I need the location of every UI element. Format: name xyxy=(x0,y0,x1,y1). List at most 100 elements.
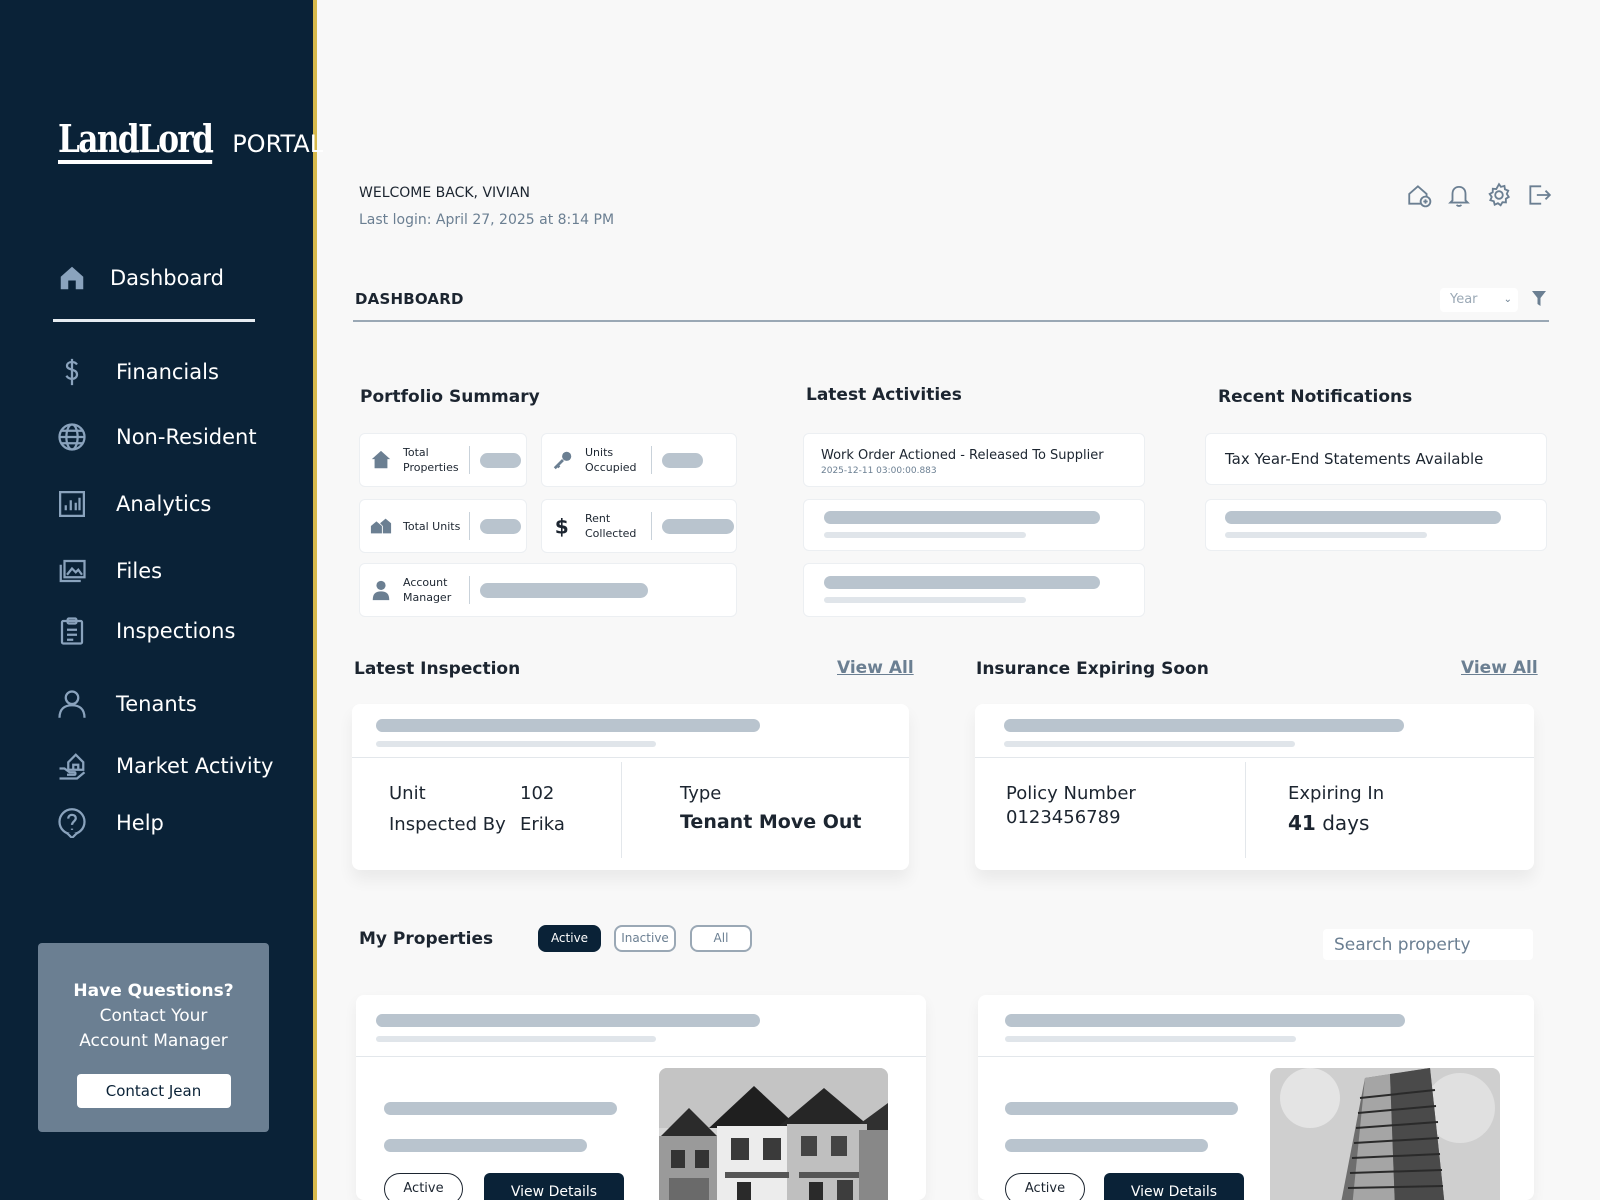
user-icon xyxy=(56,688,88,720)
activity-title: Work Order Actioned - Released To Suppli… xyxy=(821,448,1104,463)
active-nav-underline xyxy=(53,319,255,322)
activity-item[interactable]: Work Order Actioned - Released To Suppli… xyxy=(803,433,1145,487)
policy-number-value: 0123456789 xyxy=(1006,807,1121,828)
sidebar-item-label: Dashboard xyxy=(110,266,224,290)
inspection-view-all-link[interactable]: View All xyxy=(837,658,914,678)
stat-label: Rent Collected xyxy=(585,512,637,540)
logo-portal: PORTAL xyxy=(232,130,324,158)
chevron-down-icon: ⌄ xyxy=(1503,294,1512,305)
portfolio-summary-title: Portfolio Summary xyxy=(360,387,540,407)
help-card: Have Questions? Contact Your Account Man… xyxy=(38,943,269,1132)
sidebar-item-analytics[interactable]: Analytics xyxy=(56,488,211,520)
property-card[interactable]: Active View Details xyxy=(356,995,926,1200)
stat-label: Total Properties xyxy=(403,446,459,474)
view-details-button[interactable]: View Details xyxy=(1104,1173,1244,1200)
unit-value: 102 xyxy=(520,783,555,804)
activity-timestamp: 2025-12-11 03:00:00.883 xyxy=(821,466,937,476)
logout-icon[interactable] xyxy=(1526,182,1552,212)
expiring-in-label: Expiring In xyxy=(1288,783,1385,804)
latest-inspection-title: Latest Inspection xyxy=(354,659,521,679)
inspection-type-label: Type xyxy=(680,783,722,804)
chart-icon xyxy=(56,488,88,520)
latest-activities-title: Latest Activities xyxy=(806,385,962,405)
contact-manager-button[interactable]: Contact Jean xyxy=(76,1074,231,1108)
expiring-days: 41 xyxy=(1288,811,1316,835)
files-icon xyxy=(56,555,88,587)
sidebar-item-label: Files xyxy=(116,559,163,583)
stat-account-manager: Account Manager xyxy=(359,563,737,617)
activity-item-placeholder xyxy=(803,499,1145,551)
sidebar-item-tenants[interactable]: Tenants xyxy=(56,688,197,720)
activity-item-placeholder xyxy=(803,563,1145,617)
help-question: Have Questions? xyxy=(73,981,234,1001)
home-icon xyxy=(56,262,88,294)
period-select-value: Year xyxy=(1450,292,1478,307)
svg-text:$: $ xyxy=(555,515,569,537)
key-icon xyxy=(553,451,572,470)
sidebar-item-dashboard[interactable]: Dashboard xyxy=(56,262,224,294)
person-icon xyxy=(372,580,390,601)
stat-label: Total Units xyxy=(403,519,461,533)
last-login: Last login: April 27, 2025 at 8:14 PM xyxy=(359,212,615,228)
gear-icon[interactable] xyxy=(1486,182,1512,212)
sidebar-item-non-resident[interactable]: Non-Resident xyxy=(56,421,257,453)
stat-value-placeholder xyxy=(662,518,734,534)
sidebar-item-market-activity[interactable]: Market Activity xyxy=(56,750,273,782)
property-photo-highrise xyxy=(1270,1068,1500,1200)
stat-value-placeholder xyxy=(480,582,648,598)
latest-inspection-card: Unit 102 Inspected By Erika Type Tenant … xyxy=(352,704,909,870)
logo[interactable]: LandLord PORTAL xyxy=(58,118,323,164)
expiring-in-value: 41 days xyxy=(1288,811,1369,835)
sidebar-item-help[interactable]: Help xyxy=(56,807,164,839)
sidebar-item-label: Financials xyxy=(116,360,219,384)
sidebar-item-label: Tenants xyxy=(116,692,197,716)
notification-text: Tax Year-End Statements Available xyxy=(1225,450,1484,468)
view-details-button[interactable]: View Details xyxy=(484,1173,624,1200)
property-card[interactable]: Active View Details xyxy=(978,995,1534,1200)
help-line-1: Contact Your xyxy=(99,1006,208,1026)
insurance-expiring-title: Insurance Expiring Soon xyxy=(976,659,1209,679)
sidebar-item-label: Help xyxy=(116,811,164,835)
period-select[interactable]: Year ⌄ xyxy=(1440,288,1518,312)
property-status-button[interactable]: Active xyxy=(384,1173,463,1200)
stat-total-units: Total Units xyxy=(359,499,527,553)
tab-active[interactable]: Active xyxy=(538,925,601,952)
filter-icon[interactable] xyxy=(1531,290,1547,308)
inspected-by-value: Erika xyxy=(520,814,565,835)
tab-inactive[interactable]: Inactive xyxy=(614,925,676,952)
insurance-view-all-link[interactable]: View All xyxy=(1461,658,1538,678)
sidebar-item-inspections[interactable]: Inspections xyxy=(56,615,235,647)
inspected-by-label: Inspected By xyxy=(389,814,506,835)
property-status-button[interactable]: Active xyxy=(1005,1173,1085,1200)
page-title: DASHBOARD xyxy=(355,290,464,308)
expiring-unit: days xyxy=(1322,811,1370,835)
dashboard-divider xyxy=(353,320,1549,322)
stat-value-placeholder xyxy=(480,452,521,468)
add-property-icon[interactable] xyxy=(1406,182,1432,212)
notification-item-placeholder xyxy=(1205,499,1547,551)
dollar-icon xyxy=(56,356,88,388)
my-properties-title: My Properties xyxy=(359,929,494,949)
dollar-icon: $ xyxy=(555,515,569,537)
sidebar-item-label: Inspections xyxy=(116,619,236,643)
clipboard-icon xyxy=(56,615,88,647)
sidebar: LandLord PORTAL Dashboard Financials Non… xyxy=(0,0,323,1200)
sidebar-item-label: Market Activity xyxy=(116,754,274,778)
home-icon xyxy=(371,450,391,469)
search-property-input[interactable] xyxy=(1323,929,1533,960)
houses-icon xyxy=(370,518,392,534)
notification-item[interactable]: Tax Year-End Statements Available xyxy=(1205,433,1547,485)
help-line-2: Account Manager xyxy=(79,1031,228,1051)
sidebar-item-label: Analytics xyxy=(116,492,212,516)
sidebar-item-financials[interactable]: Financials xyxy=(56,356,219,388)
house-hand-icon xyxy=(56,750,88,782)
tab-all[interactable]: All xyxy=(690,925,752,952)
bell-icon[interactable] xyxy=(1446,182,1472,212)
logo-brand: LandLord xyxy=(58,118,214,164)
top-icon-bar xyxy=(1406,182,1552,212)
property-photo-townhouses xyxy=(659,1068,888,1200)
globe-icon xyxy=(56,421,88,453)
insurance-expiring-card: Policy Number 0123456789 Expiring In 41 … xyxy=(975,704,1534,870)
sidebar-item-files[interactable]: Files xyxy=(56,555,162,587)
welcome-message: WELCOME BACK, VIVIAN xyxy=(359,185,530,201)
